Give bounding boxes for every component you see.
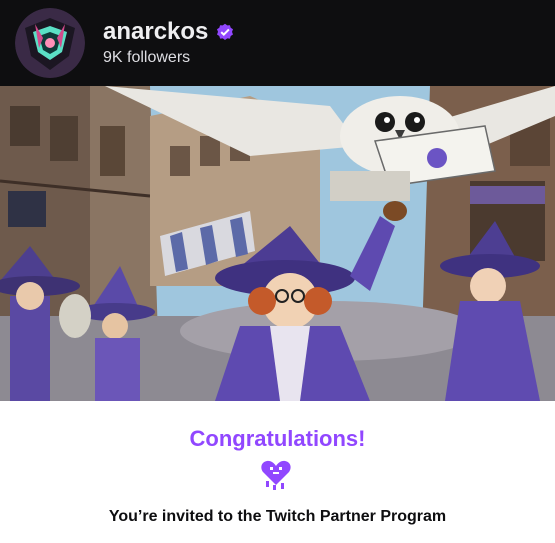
partner-invitation-text: You’re invited to the Twitch Partner Pro… [108, 508, 447, 525]
heart-icon [259, 457, 293, 491]
channel-header: anarckos 9K followers [0, 0, 555, 86]
follower-count: 9K followers [103, 49, 191, 66]
banner-illustration [0, 86, 555, 401]
congratulations-heading: Congratulations! [189, 426, 366, 451]
channel-name[interactable]: anarckos [103, 17, 208, 47]
avatar[interactable] [15, 8, 85, 78]
invite-card: Congratulations! You’re invited to the T… [0, 401, 555, 543]
verified-badge-icon [216, 23, 234, 41]
